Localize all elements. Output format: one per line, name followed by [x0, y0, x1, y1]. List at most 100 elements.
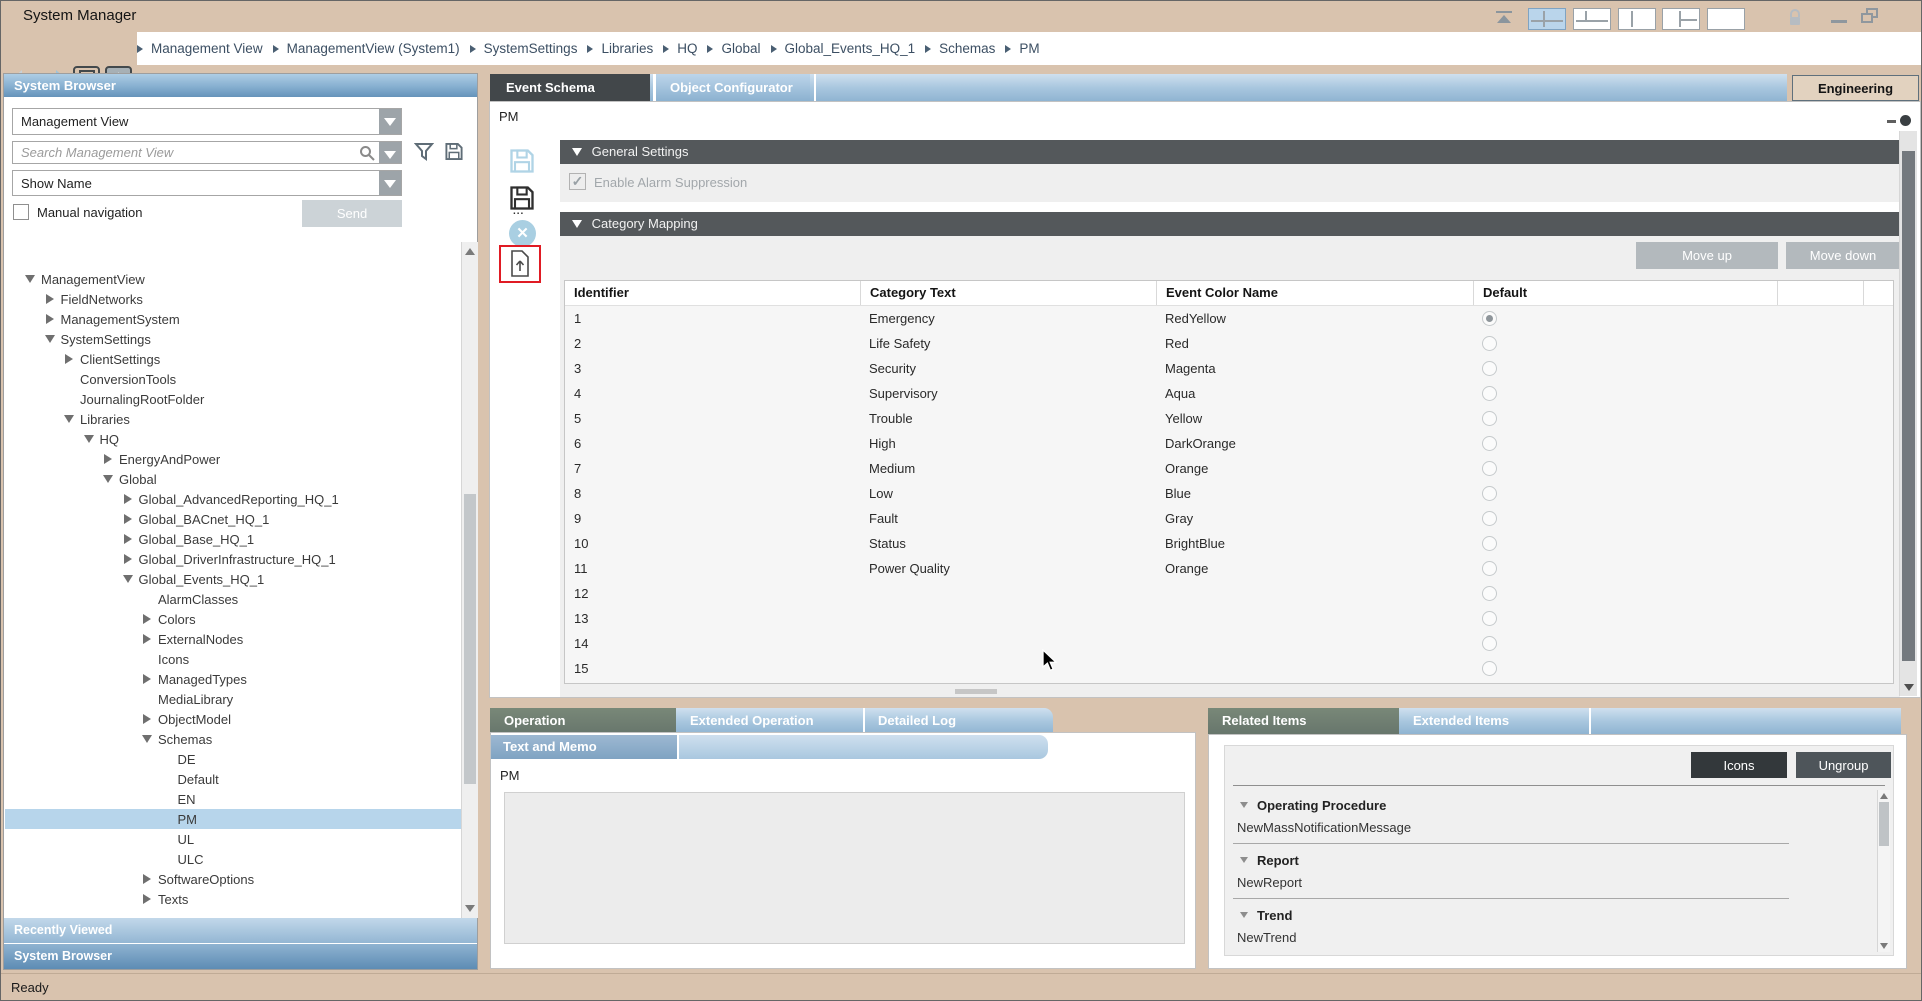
- tree-expand-icon[interactable]: [97, 454, 119, 464]
- category-row[interactable]: 1EmergencyRedYellow: [565, 306, 1893, 331]
- tree-item-HQ[interactable]: HQ: [5, 429, 461, 449]
- tree-item-Global_Events_HQ_1[interactable]: Global_Events_HQ_1: [5, 569, 461, 589]
- default-radio[interactable]: [1482, 611, 1497, 626]
- default-radio[interactable]: [1482, 361, 1497, 376]
- minimize-button[interactable]: [1831, 20, 1847, 23]
- tree-item-EN[interactable]: EN: [5, 789, 461, 809]
- system-browser-header[interactable]: System Browser: [4, 74, 477, 97]
- layout-columns-button[interactable]: [1618, 8, 1656, 30]
- discard-button[interactable]: ✕: [509, 220, 536, 247]
- tree-item-MediaLibrary[interactable]: MediaLibrary: [5, 689, 461, 709]
- column-category-text[interactable]: Category Text: [860, 281, 1156, 305]
- default-radio[interactable]: [1482, 586, 1497, 601]
- tree-collapse-icon[interactable]: [58, 415, 80, 423]
- tree-item-ULC[interactable]: ULC: [5, 849, 461, 869]
- column-identifier[interactable]: Identifier: [565, 281, 860, 305]
- tree-expand-icon[interactable]: [136, 674, 158, 684]
- tree-item-Icons[interactable]: Icons: [5, 649, 461, 669]
- tree-item-ManagementView[interactable]: ManagementView: [5, 269, 461, 289]
- tree-item-ExternalNodes[interactable]: ExternalNodes: [5, 629, 461, 649]
- tree-item-ManagedTypes[interactable]: ManagedTypes: [5, 669, 461, 689]
- breadcrumb-item[interactable]: PM: [1019, 41, 1039, 56]
- column-default[interactable]: Default: [1473, 281, 1777, 305]
- tree-item-ObjectModel[interactable]: ObjectModel: [5, 709, 461, 729]
- category-mapping-header[interactable]: Category Mapping: [560, 212, 1900, 236]
- manual-navigation-checkbox[interactable]: [13, 204, 29, 220]
- column-event-color-name[interactable]: Event Color Name: [1156, 281, 1473, 305]
- breadcrumb-item[interactable]: Management View: [151, 41, 263, 56]
- tab-operation[interactable]: Operation: [490, 708, 676, 734]
- category-row[interactable]: 5TroubleYellow: [565, 406, 1893, 431]
- default-radio[interactable]: [1482, 661, 1497, 676]
- tree-item-Global[interactable]: Global: [5, 469, 461, 489]
- category-row[interactable]: 9FaultGray: [565, 506, 1893, 531]
- related-scrollbar-thumb[interactable]: [1879, 802, 1889, 846]
- tree-expand-icon[interactable]: [136, 614, 158, 624]
- move-up-button[interactable]: Move up: [1636, 242, 1778, 269]
- tree-expand-icon[interactable]: [117, 534, 139, 544]
- tree-collapse-icon[interactable]: [19, 275, 41, 283]
- related-item[interactable]: NewTrend: [1231, 927, 1791, 949]
- filter-icon[interactable]: [412, 141, 436, 164]
- breadcrumb-item[interactable]: SystemSettings: [484, 41, 578, 56]
- default-radio[interactable]: [1482, 336, 1497, 351]
- tree-expand-icon[interactable]: [117, 494, 139, 504]
- tree-collapse-icon[interactable]: [136, 735, 158, 743]
- save-as-button[interactable]: ...: [507, 182, 537, 216]
- tree-collapse-icon[interactable]: [78, 435, 100, 443]
- chevron-down-icon[interactable]: [379, 171, 401, 195]
- tree-expand-icon[interactable]: [136, 874, 158, 884]
- memo-textarea[interactable]: [504, 792, 1185, 944]
- chevron-down-icon[interactable]: [379, 109, 401, 134]
- default-radio[interactable]: [1482, 486, 1497, 501]
- scroll-down-icon[interactable]: [465, 905, 475, 912]
- layout-split-button[interactable]: [1662, 8, 1700, 30]
- category-row[interactable]: 13: [565, 606, 1893, 631]
- related-group-header[interactable]: Operating Procedure: [1231, 793, 1791, 817]
- tab-related-items[interactable]: Related Items: [1208, 708, 1399, 734]
- tree-item-Global_Base_HQ_1[interactable]: Global_Base_HQ_1: [5, 529, 461, 549]
- scroll-down-icon[interactable]: [1880, 943, 1888, 949]
- tree-item-ConversionTools[interactable]: ConversionTools: [5, 369, 461, 389]
- tree-expand-icon[interactable]: [136, 894, 158, 904]
- breadcrumb-item[interactable]: Libraries: [601, 41, 653, 56]
- tree-scrollbar-thumb[interactable]: [464, 494, 476, 784]
- default-radio[interactable]: [1482, 536, 1497, 551]
- tab-extended-operation[interactable]: Extended Operation: [690, 708, 814, 734]
- tree-item-Libraries[interactable]: Libraries: [5, 409, 461, 429]
- category-row[interactable]: 7MediumOrange: [565, 456, 1893, 481]
- tree-item-PM[interactable]: PM: [5, 809, 461, 829]
- tree-item-EnergyAndPower[interactable]: EnergyAndPower: [5, 449, 461, 469]
- breadcrumb-item[interactable]: Global_Events_HQ_1: [785, 41, 916, 56]
- layout-rows-button[interactable]: [1573, 8, 1611, 30]
- default-radio[interactable]: [1482, 511, 1497, 526]
- related-item[interactable]: NewMassNotificationMessage: [1231, 817, 1791, 839]
- horizontal-scroll-thumb[interactable]: [955, 689, 997, 694]
- tree-scrollbar[interactable]: [461, 242, 478, 918]
- category-row[interactable]: 14: [565, 631, 1893, 656]
- related-scrollbar[interactable]: [1877, 790, 1890, 952]
- search-icon[interactable]: [359, 145, 375, 164]
- collapse-panes-icon[interactable]: [1495, 11, 1513, 23]
- default-radio[interactable]: [1482, 311, 1497, 326]
- save-filter-icon[interactable]: [442, 141, 466, 164]
- default-radio[interactable]: [1482, 386, 1497, 401]
- tree-item-Global_AdvancedReporting_HQ_1[interactable]: Global_AdvancedReporting_HQ_1: [5, 489, 461, 509]
- related-group-header[interactable]: Report: [1231, 848, 1791, 872]
- move-down-button[interactable]: Move down: [1786, 242, 1900, 269]
- breadcrumb-item[interactable]: Global: [721, 41, 760, 56]
- tree-item-Global_BACnet_HQ_1[interactable]: Global_BACnet_HQ_1: [5, 509, 461, 529]
- chevron-down-icon[interactable]: [379, 142, 401, 163]
- tree-item-Texts[interactable]: Texts: [5, 889, 461, 909]
- icons-button[interactable]: Icons: [1691, 752, 1787, 778]
- save-button[interactable]: [507, 147, 537, 177]
- tree-expand-icon[interactable]: [136, 714, 158, 724]
- breadcrumb-item[interactable]: Schemas: [939, 41, 995, 56]
- tree-item-Colors[interactable]: Colors: [5, 609, 461, 629]
- search-box[interactable]: Search Management View: [12, 141, 402, 164]
- breadcrumb-item[interactable]: HQ: [677, 41, 697, 56]
- tab-detailed-log[interactable]: Detailed Log: [878, 708, 956, 734]
- category-row[interactable]: 8LowBlue: [565, 481, 1893, 506]
- scroll-down-icon[interactable]: [1904, 684, 1914, 691]
- tree-item-Global_DriverInfrastructure_HQ_1[interactable]: Global_DriverInfrastructure_HQ_1: [5, 549, 461, 569]
